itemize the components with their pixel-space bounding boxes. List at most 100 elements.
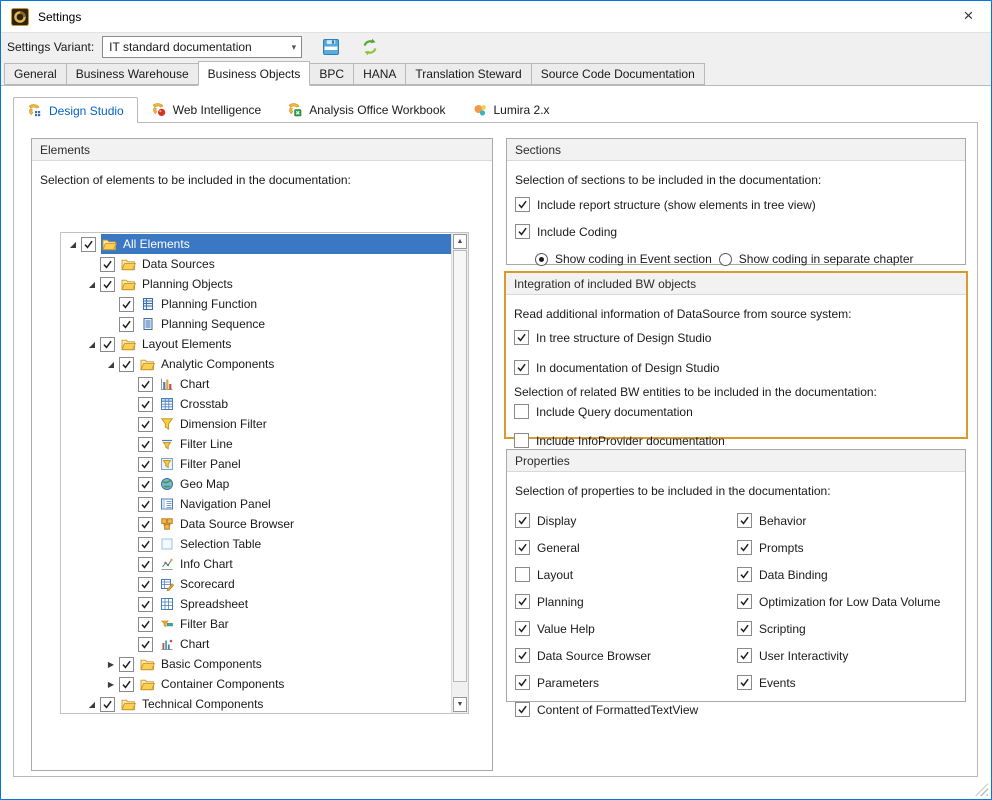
checked-checkbox[interactable]: [138, 377, 153, 392]
checkbox-row-value-help[interactable]: Value Help: [515, 621, 729, 636]
settings-variant-dropdown[interactable]: IT standard documentation ▾: [102, 36, 302, 58]
checked-checkbox[interactable]: [515, 594, 530, 609]
scroll-up-icon[interactable]: ▲: [453, 234, 467, 249]
tree-row-body[interactable]: Container Components: [139, 674, 451, 694]
tree-row-body[interactable]: Navigation Panel: [158, 494, 451, 514]
tree-item-container-components[interactable]: ▶ Container Components: [61, 674, 451, 694]
checkbox-row-content-of-formattedtextview[interactable]: Content of FormattedTextView: [515, 702, 729, 717]
tree-item-basic-components[interactable]: ▶Basic Components: [61, 654, 451, 674]
checked-checkbox[interactable]: [737, 675, 752, 690]
scrollbar-thumb[interactable]: [453, 250, 467, 682]
main-tab-business-objects[interactable]: Business Objects: [198, 61, 311, 86]
checkbox-row-display[interactable]: Display: [515, 513, 729, 528]
main-tab-hana[interactable]: HANA: [353, 63, 406, 85]
checked-checkbox[interactable]: [514, 360, 529, 375]
checked-checkbox[interactable]: [138, 637, 153, 652]
tree-scrollbar[interactable]: ▲ ▼: [451, 233, 468, 713]
expander-expanded-icon[interactable]: ◢: [84, 280, 100, 289]
tree-row-body[interactable]: Filter Panel: [158, 454, 451, 474]
expander-collapsed-icon[interactable]: ▶: [103, 660, 119, 669]
tree-item-data-sources[interactable]: Data Sources: [61, 254, 451, 274]
tree-row-body[interactable]: Planning Sequence: [139, 314, 451, 334]
sub-tab-lumira-2-x[interactable]: Lumira 2.x: [459, 98, 563, 122]
checked-checkbox[interactable]: [138, 457, 153, 472]
unselected-radio[interactable]: [719, 253, 732, 266]
tree-row-body[interactable]: Spreadsheet: [158, 594, 451, 614]
checkbox-row-planning[interactable]: Planning: [515, 594, 729, 609]
expander-expanded-icon[interactable]: ◢: [65, 240, 81, 249]
sub-tab-design-studio[interactable]: Design Studio: [13, 97, 138, 123]
checkbox-row-include-coding[interactable]: Include Coding: [515, 224, 965, 239]
checked-checkbox[interactable]: [138, 497, 153, 512]
tree-item-planning-function[interactable]: Planning Function: [61, 294, 451, 314]
checkbox-row-behavior[interactable]: Behavior: [737, 513, 965, 528]
checked-checkbox[interactable]: [737, 540, 752, 555]
checked-checkbox[interactable]: [119, 357, 134, 372]
checked-checkbox[interactable]: [100, 697, 115, 712]
tree-row-body[interactable]: Filter Bar: [158, 614, 451, 634]
checked-checkbox[interactable]: [514, 330, 529, 345]
close-icon[interactable]: ×: [946, 1, 991, 31]
expander-expanded-icon[interactable]: ◢: [84, 700, 100, 709]
tree-item-spreadsheet[interactable]: Spreadsheet: [61, 594, 451, 614]
checkbox-row-include-report-structure-show-elements-in-tree-view[interactable]: Include report structure (show elements …: [515, 197, 965, 212]
tree-row-body[interactable]: Filter Line: [158, 434, 451, 454]
expander-collapsed-icon[interactable]: ▶: [103, 680, 119, 689]
checkbox-row-in-tree-structure-of-design-studio[interactable]: In tree structure of Design Studio: [514, 330, 966, 345]
tree-item-selection-table[interactable]: Selection Table: [61, 534, 451, 554]
checked-checkbox[interactable]: [119, 317, 134, 332]
unchecked-checkbox[interactable]: [514, 404, 529, 419]
checked-checkbox[interactable]: [515, 648, 530, 663]
selected-radio[interactable]: [535, 253, 548, 266]
tree-row-body[interactable]: Chart: [158, 634, 451, 654]
tree-item-chart[interactable]: Chart: [61, 374, 451, 394]
checkbox-row-data-source-browser[interactable]: Data Source Browser: [515, 648, 729, 663]
checked-checkbox[interactable]: [138, 397, 153, 412]
checkbox-row-optimization-for-low-data-volume[interactable]: Optimization for Low Data Volume: [737, 594, 965, 609]
tree-row-body[interactable]: Info Chart: [158, 554, 451, 574]
checked-checkbox[interactable]: [515, 513, 530, 528]
tree-item-planning-sequence[interactable]: Planning Sequence: [61, 314, 451, 334]
tree-item-chart[interactable]: Chart: [61, 634, 451, 654]
checked-checkbox[interactable]: [100, 257, 115, 272]
main-tab-bpc[interactable]: BPC: [309, 63, 354, 85]
checked-checkbox[interactable]: [737, 621, 752, 636]
main-tab-translation-steward[interactable]: Translation Steward: [405, 63, 531, 85]
checkbox-row-include-query-documentation[interactable]: Include Query documentation: [514, 404, 966, 419]
checked-checkbox[interactable]: [119, 297, 134, 312]
tree-item-dimension-filter[interactable]: Dimension Filter: [61, 414, 451, 434]
expander-expanded-icon[interactable]: ◢: [84, 340, 100, 349]
checked-checkbox[interactable]: [737, 567, 752, 582]
tree-item-layout-elements[interactable]: ◢Layout Elements: [61, 334, 451, 354]
tree-row-body[interactable]: Data Source Browser: [158, 514, 451, 534]
checkbox-row-scripting[interactable]: Scripting: [737, 621, 965, 636]
checked-checkbox[interactable]: [138, 577, 153, 592]
checked-checkbox[interactable]: [515, 224, 530, 239]
checked-checkbox[interactable]: [737, 594, 752, 609]
tree-item-info-chart[interactable]: Info Chart: [61, 554, 451, 574]
save-icon[interactable]: [321, 37, 341, 57]
tree-row-body[interactable]: Chart: [158, 374, 451, 394]
checkbox-row-include-infoprovider-documentation[interactable]: Include InfoProvider documentation: [514, 433, 966, 448]
checked-checkbox[interactable]: [737, 648, 752, 663]
tree-row-body[interactable]: Data Sources: [120, 254, 451, 274]
tree-item-analytic-components[interactable]: ◢ Analytic Components: [61, 354, 451, 374]
unchecked-checkbox[interactable]: [515, 567, 530, 582]
expander-expanded-icon[interactable]: ◢: [103, 360, 119, 369]
refresh-icon[interactable]: [360, 37, 380, 57]
main-tab-business-warehouse[interactable]: Business Warehouse: [66, 63, 199, 85]
tree-row-body[interactable]: Crosstab: [158, 394, 451, 414]
tree-item-filter-panel[interactable]: Filter Panel: [61, 454, 451, 474]
tree-row-body[interactable]: Dimension Filter: [158, 414, 451, 434]
sub-tab-web-intelligence[interactable]: Web Intelligence: [138, 98, 275, 122]
tree-row-body[interactable]: Geo Map: [158, 474, 451, 494]
checkbox-row-events[interactable]: Events: [737, 675, 965, 690]
tree-row-body[interactable]: Planning Objects: [120, 274, 451, 294]
checked-checkbox[interactable]: [119, 657, 134, 672]
tree-row-body[interactable]: Planning Function: [139, 294, 451, 314]
checked-checkbox[interactable]: [138, 517, 153, 532]
tree-row-body[interactable]: Analytic Components: [139, 354, 451, 374]
checked-checkbox[interactable]: [138, 417, 153, 432]
checkbox-row-general[interactable]: General: [515, 540, 729, 555]
checked-checkbox[interactable]: [515, 540, 530, 555]
